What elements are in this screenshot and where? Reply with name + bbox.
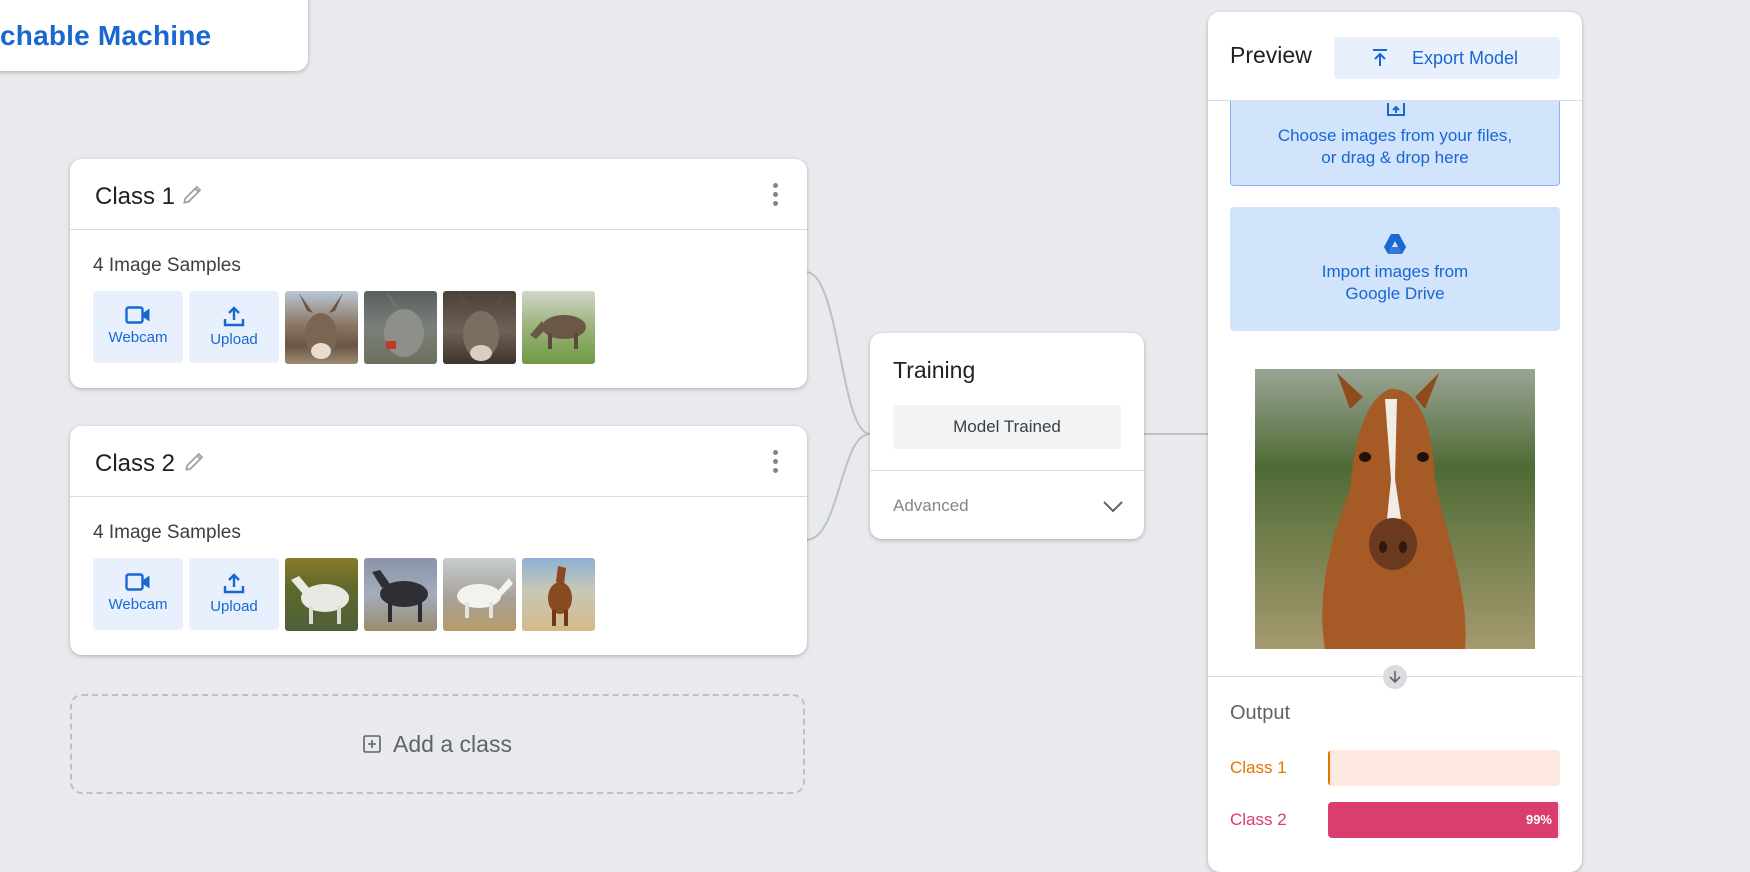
model-trained-button[interactable]: Model Trained — [893, 405, 1121, 449]
output-bar-fill — [1328, 750, 1331, 786]
edit-pencil-icon[interactable] — [180, 181, 206, 207]
add-box-icon — [363, 735, 381, 753]
output-class-1-label: Class 1 — [1230, 758, 1287, 777]
class-card-1: Class 1 4 Image Samples Webcam Upload — [70, 159, 807, 388]
upload-button[interactable]: Upload — [189, 558, 279, 630]
training-title: Training — [893, 357, 976, 383]
upload-button[interactable]: Upload — [189, 291, 279, 363]
sample-thumbnail[interactable] — [522, 291, 595, 364]
more-vert-icon[interactable] — [773, 450, 779, 474]
samples-count: 4 Image Samples — [93, 522, 241, 543]
webcam-button[interactable]: Webcam — [93, 558, 183, 630]
advanced-toggle[interactable]: Advanced — [893, 496, 969, 516]
preview-header: Preview Export Model — [1208, 12, 1582, 101]
videocam-icon — [125, 306, 150, 324]
webcam-label: Webcam — [108, 596, 168, 613]
output-class-2-label: Class 2 — [1230, 810, 1287, 829]
sample-thumbnail[interactable] — [285, 558, 358, 631]
more-vert-icon[interactable] — [773, 183, 779, 207]
app-logo-text[interactable]: chable Machine — [0, 20, 211, 52]
edit-pencil-icon[interactable] — [182, 448, 208, 474]
webcam-label: Webcam — [108, 329, 168, 346]
logo-card[interactable]: chable Machine — [0, 0, 308, 71]
webcam-button[interactable]: Webcam — [93, 291, 183, 363]
export-model-button[interactable]: Export Model — [1334, 37, 1560, 79]
sample-thumbnail[interactable] — [364, 558, 437, 631]
class-name[interactable]: Class 2 — [95, 450, 175, 478]
output-class-2-bar: 99% — [1328, 802, 1560, 838]
class-card-header: Class 2 — [70, 426, 807, 497]
output-title: Output — [1230, 702, 1291, 724]
export-upload-icon — [1373, 49, 1387, 66]
preview-image — [1255, 369, 1535, 649]
upload-label: Upload — [210, 598, 258, 615]
file-drop-line-1: Choose images from your files, — [1277, 126, 1513, 145]
drive-line-1: Import images from — [1321, 262, 1469, 281]
divider — [870, 470, 1144, 471]
add-class-button[interactable]: Add a class — [70, 694, 805, 794]
output-pct: 99% — [1525, 812, 1552, 827]
upload-label: Upload — [210, 331, 258, 348]
sample-thumbnail[interactable] — [522, 558, 595, 631]
training-card: Training Model Trained Advanced — [870, 333, 1144, 539]
file-drop-line-2: or drag & drop here — [1321, 148, 1469, 167]
google-drive-icon — [1384, 234, 1406, 254]
drive-line-2: Google Drive — [1345, 284, 1445, 303]
sample-thumbnail[interactable] — [443, 558, 516, 631]
add-class-label: Add a class — [393, 730, 512, 757]
output-bar-fill — [1328, 802, 1558, 838]
class-card-header: Class 1 — [70, 159, 807, 230]
videocam-icon — [125, 573, 150, 591]
upload-icon — [223, 306, 245, 327]
class-name[interactable]: Class 1 — [95, 183, 175, 211]
google-drive-import[interactable]: Import images from Google Drive — [1230, 207, 1560, 331]
samples-count: 4 Image Samples — [93, 255, 241, 276]
upload-icon — [223, 573, 245, 594]
sample-thumbnail[interactable] — [443, 291, 516, 364]
preview-title: Preview — [1230, 42, 1312, 68]
file-upload-icon — [1387, 103, 1405, 116]
output-class-1-bar — [1328, 750, 1560, 786]
export-model-label: Export Model — [1412, 48, 1519, 68]
class-card-2: Class 2 4 Image Samples Webcam Upload — [70, 426, 807, 655]
sample-thumbnail[interactable] — [364, 291, 437, 364]
arrow-down-icon — [1383, 665, 1407, 689]
chevron-down-icon[interactable] — [1102, 496, 1124, 516]
sample-thumbnail[interactable] — [285, 291, 358, 364]
preview-card: Choose images from your files, or drag &… — [1208, 12, 1582, 872]
